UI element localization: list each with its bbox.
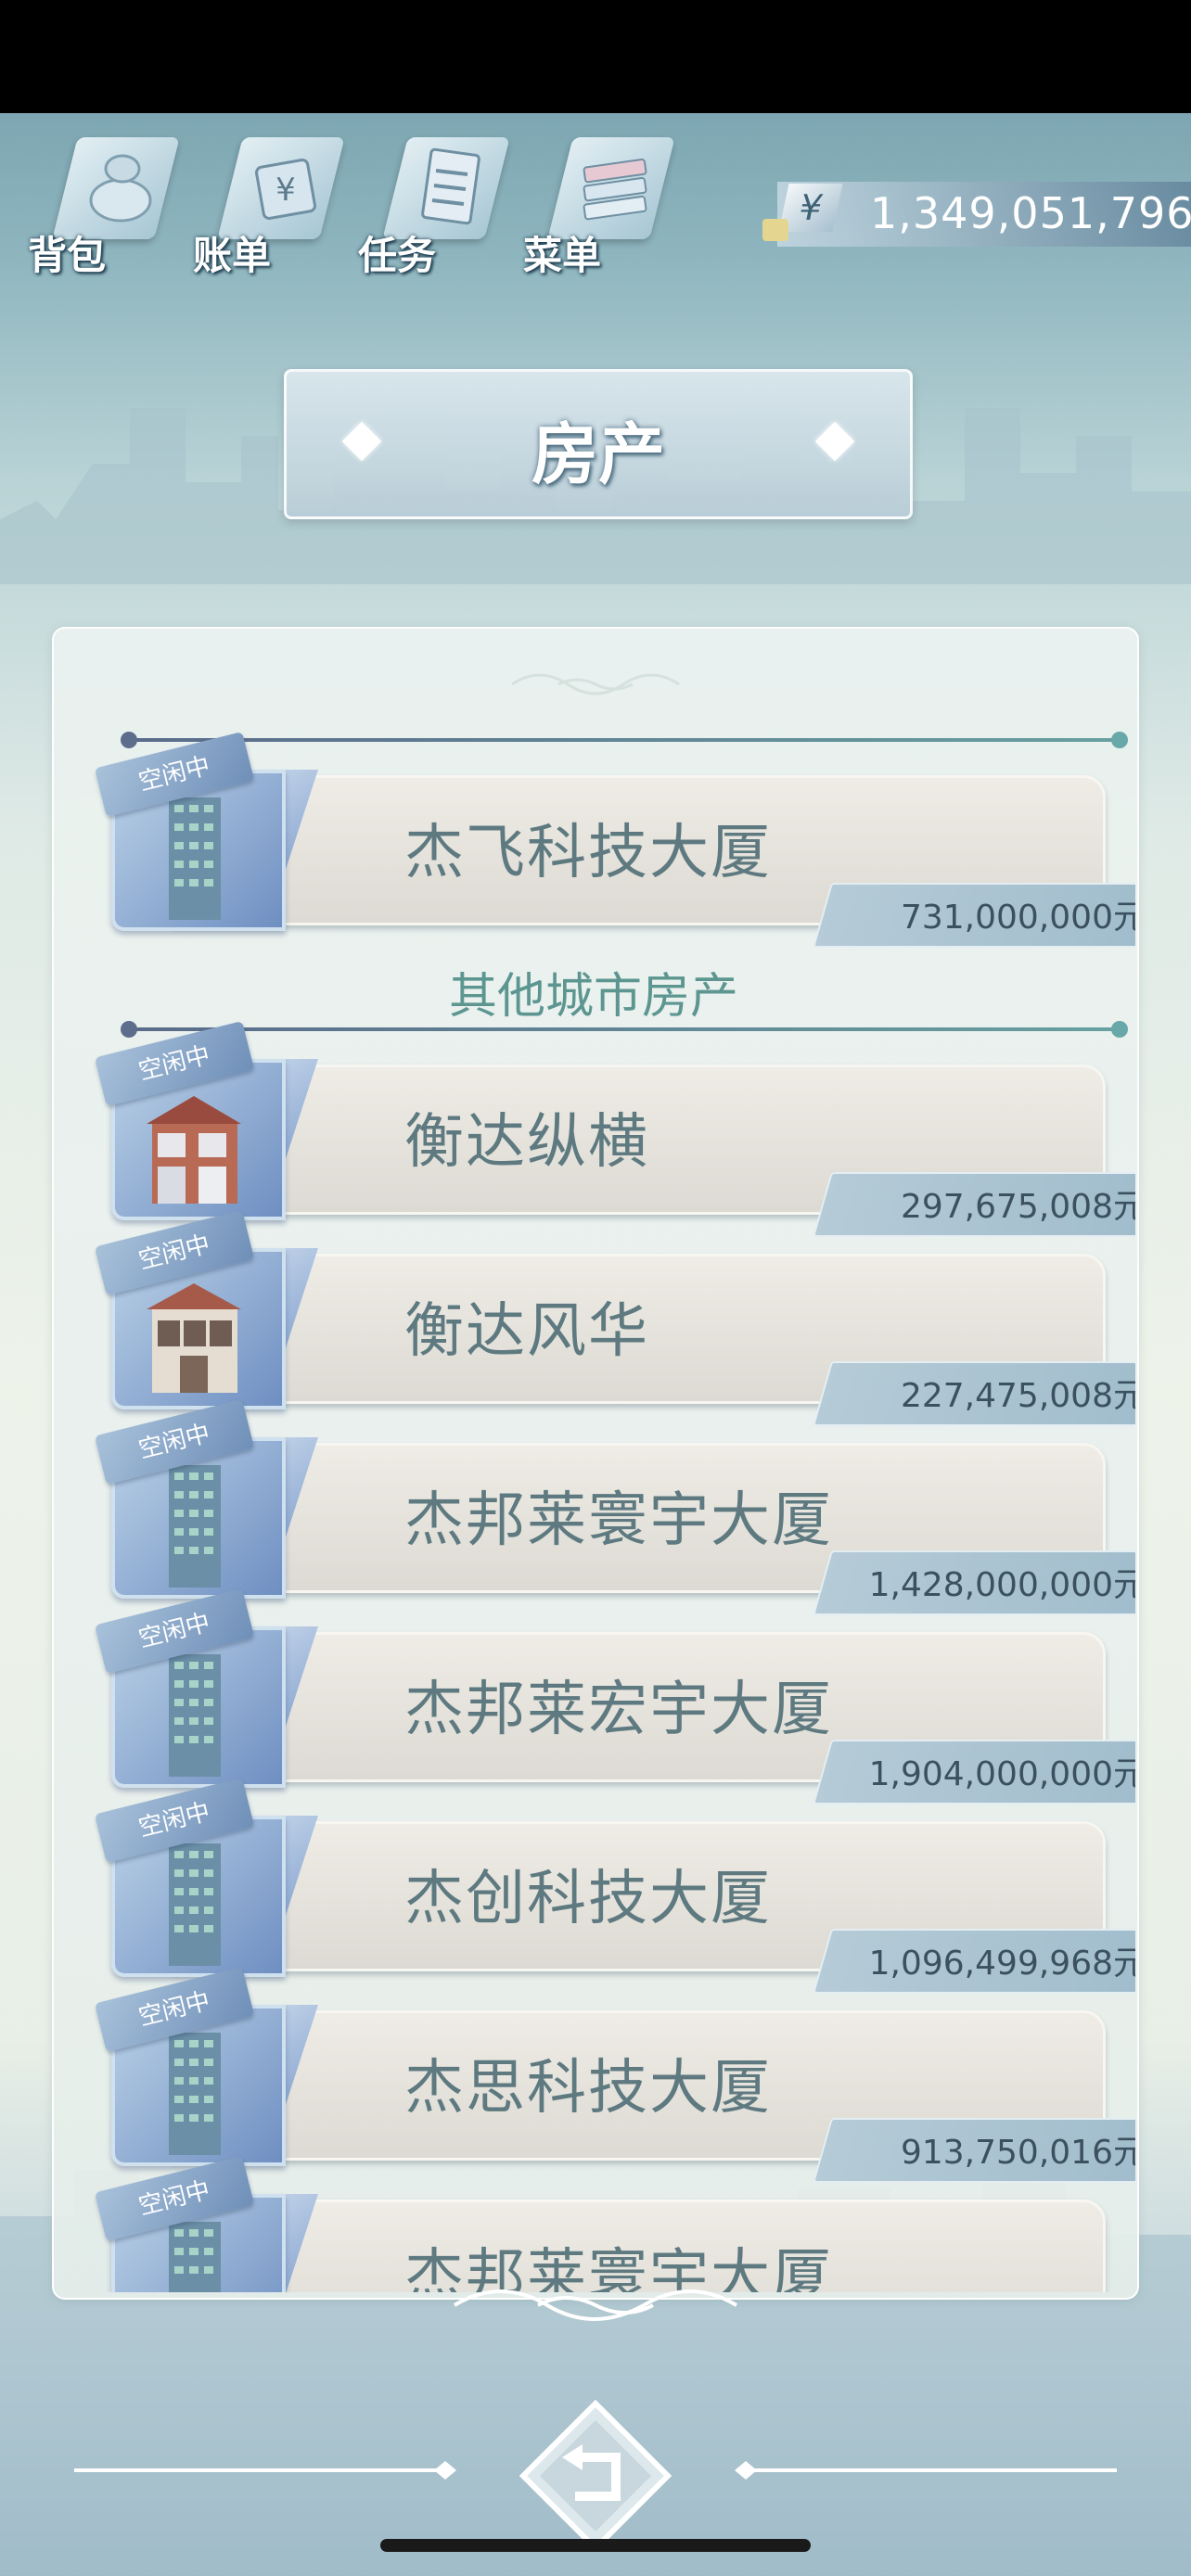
property-card[interactable]: 空闲中 杰邦莱寰宇大厦 1,428,000,000元 [94, 1398, 1135, 1615]
tower-building-icon [169, 1654, 221, 1777]
property-price: 731,000,000元 [900, 899, 1135, 937]
villa-building-icon [147, 1283, 241, 1393]
property-card[interactable]: 空闲中 杰飞科技大厦 731,000,000元 [94, 731, 1135, 948]
section-divider [121, 732, 1128, 748]
property-card[interactable]: 空闲中 杰创科技大厦 1,096,499,968元 [94, 1777, 1135, 1994]
nav-menu-label: 菜单 [523, 233, 602, 278]
property-card[interactable]: 空闲中 杰邦莱宏宇大厦 1,904,000,000元 [94, 1588, 1135, 1804]
coin-icon [762, 219, 788, 241]
nav-menu-button[interactable]: 菜单 [523, 121, 675, 278]
nav-bag-label: 背包 [28, 233, 107, 278]
tower-building-icon [169, 2033, 221, 2155]
top-nav: 背包 ¥ 账单 任务 菜单 [28, 121, 677, 287]
property-name: 杰思科技大厦 [404, 2054, 772, 2123]
nav-bag-button[interactable]: 背包 [28, 121, 180, 278]
nav-bill-label: 账单 [193, 233, 272, 278]
property-name: 杰飞科技大厦 [404, 819, 772, 887]
svg-text:¥: ¥ [275, 172, 296, 209]
villa-building-icon [147, 1096, 241, 1204]
property-card[interactable]: 空闲中 衡达风华 227,475,008元 [94, 1209, 1135, 1426]
property-price: 227,475,008元 [900, 1377, 1135, 1415]
home-indicator[interactable] [380, 2539, 811, 2552]
property-list[interactable]: 空闲中 杰飞科技大厦 731,000,000元 其他城市房产 空闲中 衡达纵横 … [52, 705, 1135, 2292]
property-name: 杰创科技大厦 [404, 1865, 772, 1933]
property-price: 913,750,016元 [900, 2134, 1135, 2172]
nav-bill-button[interactable]: ¥ 账单 [193, 121, 345, 278]
tower-building-icon [169, 1843, 221, 1966]
menu-icon [583, 159, 647, 221]
tower-building-icon [169, 1465, 221, 1588]
nav-task-label: 任务 [358, 233, 437, 278]
property-name: 衡达纵横 [404, 1108, 649, 1177]
property-price: 297,675,008元 [900, 1188, 1135, 1226]
status-bar [0, 0, 1191, 113]
property-price: 1,428,000,000元 [868, 1566, 1135, 1604]
property-price: 1,904,000,000元 [868, 1755, 1135, 1793]
ornament-icon [453, 2289, 738, 2321]
page-title: 房产 [531, 415, 665, 493]
property-card[interactable]: 空闲中 衡达纵横 297,675,008元 [94, 1020, 1135, 1237]
bag-icon [89, 154, 152, 223]
property-price: 1,096,499,968元 [868, 1945, 1135, 1983]
tower-building-icon [169, 797, 221, 920]
nav-task-button[interactable]: 任务 [358, 121, 510, 278]
section-title-other-cities: 其他城市房产 [448, 969, 738, 1025]
money-amount: 1,349,051,796 [870, 188, 1191, 238]
back-button[interactable] [519, 2400, 672, 2552]
property-name: 杰邦莱寰宇大厦 [404, 1486, 833, 1555]
bill-icon: ¥ [255, 159, 316, 220]
property-name: 衡达风华 [404, 1297, 649, 1366]
task-icon [421, 147, 480, 225]
page-title-plate: 房产 [284, 369, 913, 519]
property-card[interactable]: 空闲中 杰思科技大厦 913,750,016元 [94, 1966, 1135, 2183]
property-name: 杰邦莱宏宇大厦 [404, 1676, 833, 1744]
ornament-icon [511, 673, 680, 695]
section-divider [121, 1021, 1128, 1038]
